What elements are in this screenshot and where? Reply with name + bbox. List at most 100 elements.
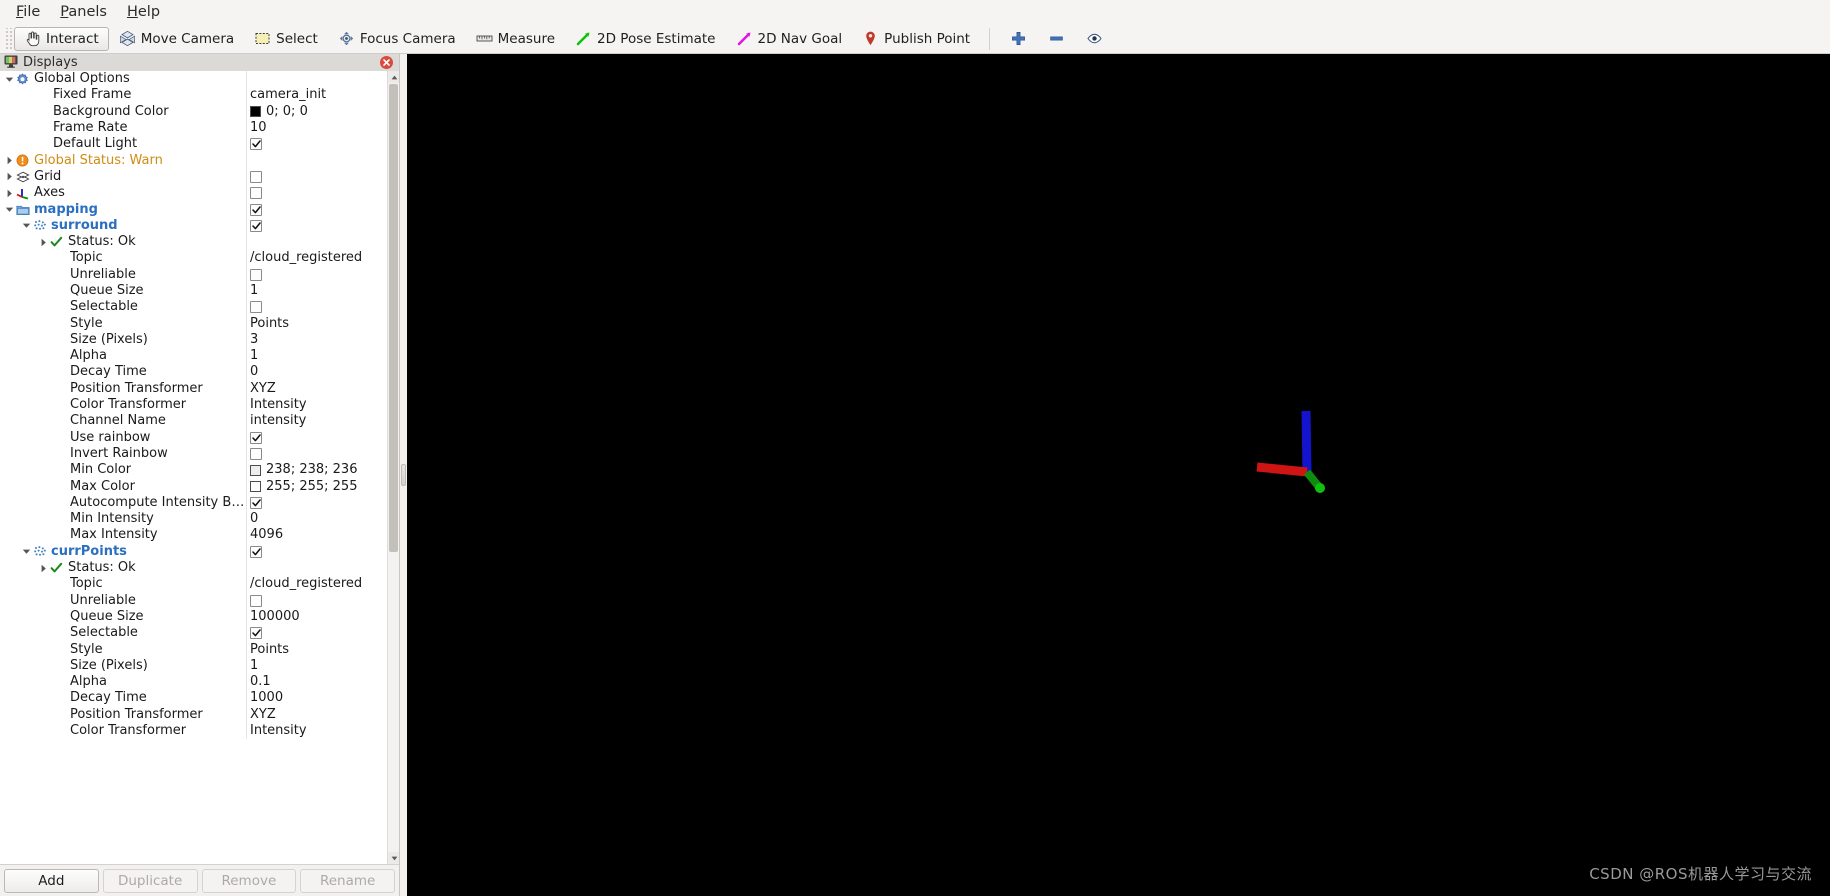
add-display-button[interactable]: Add [4,868,99,893]
display-row[interactable]: Max Color 255; 255; 255 [0,478,387,495]
display-row[interactable]: Background Color 0; 0; 0 [0,103,387,120]
scroll-up-button[interactable] [388,71,399,83]
display-row[interactable]: Fixed Frame camera_init [0,87,387,104]
display-row-value-cell[interactable]: Points [247,641,387,657]
color-swatch[interactable] [250,464,261,476]
display-row-value-cell[interactable]: 4096 [247,527,387,543]
display-row-value-cell[interactable]: 1 [247,658,387,674]
display-row[interactable]: Decay Time 0 [0,364,387,381]
display-row-value-cell[interactable]: camera_init [247,87,387,103]
display-row-value-cell[interactable]: Intensity [247,723,387,739]
display-row[interactable]: Size (Pixels) 3 [0,331,387,349]
tool-select-button[interactable]: Select [244,27,328,51]
display-row[interactable]: Status: Ok [0,559,387,577]
display-row[interactable]: Alpha 1 [0,348,387,365]
display-row-value-cell[interactable] [247,560,387,576]
display-row[interactable]: Alpha 0.1 [0,673,387,691]
display-row[interactable]: surround [0,217,387,234]
display-row-value-cell[interactable]: 10 [247,120,387,136]
display-row-value-cell[interactable]: XYZ [247,381,387,397]
display-row[interactable]: Unreliable [0,266,387,283]
display-row-value-cell[interactable] [247,218,387,234]
display-row-value-cell[interactable]: 0 [247,511,387,527]
display-row-value-cell[interactable] [247,71,387,87]
display-row[interactable]: Default Light [0,136,387,153]
expander-toggle[interactable] [38,563,49,574]
expander-toggle[interactable] [4,188,15,199]
scrollbar-thumb[interactable] [389,84,398,552]
display-row-value-cell[interactable]: Points [247,315,387,331]
scroll-down-button[interactable] [388,852,399,864]
display-row-value-cell[interactable] [247,267,387,283]
menu-panels[interactable]: Panels [50,2,117,22]
display-row[interactable]: Max Intensity 4096 [0,527,387,544]
display-row[interactable]: Topic/cloud_registered [0,250,387,267]
display-row[interactable]: currPoints [0,543,387,560]
display-row-value-cell[interactable]: /cloud_registered [247,250,387,266]
tool-2d-pose-estimate-button[interactable]: 2D Pose Estimate [565,27,725,51]
menu-help[interactable]: Help [117,2,170,22]
display-row-value-cell[interactable]: 100000 [247,609,387,625]
display-row-value-cell[interactable]: Intensity [247,397,387,413]
display-row-value-cell[interactable]: 1 [247,283,387,299]
displays-tree-scrollbar[interactable] [387,71,399,864]
close-displays-panel-button[interactable] [380,56,393,69]
display-row-value-cell[interactable] [247,169,387,185]
display-row[interactable]: Unreliable [0,592,387,609]
row-checkbox[interactable] [250,138,262,151]
row-checkbox[interactable] [250,545,262,558]
color-swatch[interactable] [250,481,261,493]
display-row[interactable]: Grid [0,168,387,186]
display-row-value-cell[interactable]: 1 [247,348,387,364]
display-row[interactable]: Use rainbow [0,429,387,446]
display-row[interactable]: Selectable [0,625,387,642]
display-row[interactable]: Color Transformer Intensity [0,396,387,414]
remove-display-button[interactable]: Remove [201,868,297,893]
display-row[interactable]: Autocompute Intensity Bounds [0,494,387,512]
display-row[interactable]: Selectable [0,299,387,316]
display-row-value-cell[interactable]: intensity [247,413,387,429]
display-row[interactable]: Global Status: Warn [0,152,387,169]
display-row[interactable]: Decay Time 1000 [0,690,387,707]
row-checkbox[interactable] [250,627,262,640]
tool-interact-button[interactable]: Interact [14,26,109,51]
row-checkbox[interactable] [250,447,262,460]
display-row[interactable]: Min Intensity 0 [0,511,387,528]
display-row[interactable]: Color Transformer Intensity [0,722,387,740]
color-swatch[interactable] [250,106,261,118]
display-row[interactable]: Queue Size 100000 [0,608,387,626]
display-row-value-cell[interactable] [247,430,387,446]
display-row[interactable]: Axes [0,185,387,202]
row-checkbox[interactable] [250,431,262,444]
tool-2d-nav-goal-button[interactable]: 2D Nav Goal [726,27,853,51]
display-row[interactable]: Invert Rainbow [0,445,387,463]
duplicate-display-button[interactable]: Duplicate [102,868,198,893]
row-checkbox[interactable] [250,187,262,200]
rename-display-button[interactable]: Rename [300,868,395,893]
row-checkbox[interactable] [250,203,262,216]
display-row-value-cell[interactable]: XYZ [247,707,387,723]
add-tool-button[interactable] [1005,27,1031,51]
display-row[interactable]: Queue Size 1 [0,282,387,300]
display-row-value-cell[interactable] [247,136,387,152]
tool-measure-button[interactable]: Measure [466,27,565,51]
visibility-button[interactable] [1081,27,1107,51]
display-row-value-cell[interactable] [247,152,387,168]
display-row-value-cell[interactable]: 0 [247,364,387,380]
display-row[interactable]: Size (Pixels) 1 [0,657,387,674]
tool-publish-point-button[interactable]: Publish Point [852,27,980,51]
expander-toggle[interactable] [21,546,32,557]
expander-toggle[interactable] [4,155,15,166]
row-checkbox[interactable] [250,301,262,314]
splitter-handle[interactable] [401,464,406,486]
display-row-value-cell[interactable] [247,201,387,217]
display-row[interactable]: Min Color 238; 238; 236 [0,462,387,479]
display-row-value-cell[interactable] [247,495,387,511]
remove-tool-button[interactable] [1043,27,1069,51]
row-checkbox[interactable] [250,219,262,232]
display-row-value-cell[interactable] [247,625,387,641]
toolbar-drag-handle[interactable] [4,27,12,50]
expander-toggle[interactable] [4,74,15,85]
display-row[interactable]: Position Transformer XYZ [0,380,387,397]
render-view-3d[interactable]: CSDN @ROS机器人学习与交流 [407,54,1830,896]
